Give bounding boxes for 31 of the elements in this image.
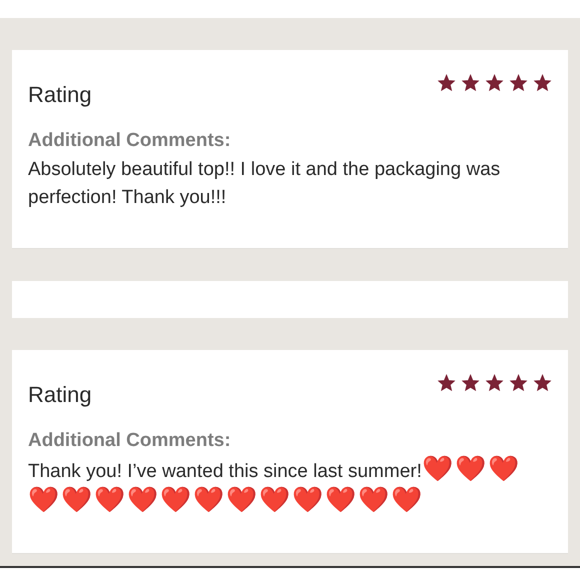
comments-label: Additional Comments: [28,129,232,153]
star-icon [437,74,456,92]
heart-emoji: ❤ [488,454,521,483]
heart-emoji: ❤ [61,485,94,514]
heart-emoji: ❤ [94,485,127,514]
heart-emoji: ❤ [358,485,391,514]
comments-label: Additional Comments: [28,428,232,452]
comment-text: Thank you! I’ve wanted this since last summer!❤❤❤ ❤❤❤❤❤❤❤❤❤❤❤❤ [28,455,522,516]
star-icon [509,74,528,92]
heart-emoji: ❤ [454,454,488,483]
heart-emoji: ❤ [226,485,259,514]
heart-emoji: ❤ [259,485,292,514]
heart-emoji: ❤ [127,485,160,514]
heart-emoji: ❤ [160,485,193,514]
heart-emoji: ❤ [422,454,455,483]
heart-emoji: ❤ [325,485,358,514]
rating-heading: Rating [28,380,92,409]
heart-emoji: ❤ [28,485,61,514]
star-icon [485,74,504,92]
star-icon [533,374,552,392]
star-icon [509,374,528,392]
star-icon [461,374,480,392]
star-icon [533,74,552,92]
star-icon [461,74,480,92]
comment-text: Absolutely beautiful top!! I love it and the packaging was perfection! Thank you!!! [28,158,502,210]
heart-emoji: ❤ [193,485,226,514]
star-icon [485,374,504,392]
rating-heading: Rating [28,81,92,109]
heart-emoji: ❤ [292,485,325,514]
star-icon [437,374,456,392]
heart-emoji: ❤ [391,485,424,514]
